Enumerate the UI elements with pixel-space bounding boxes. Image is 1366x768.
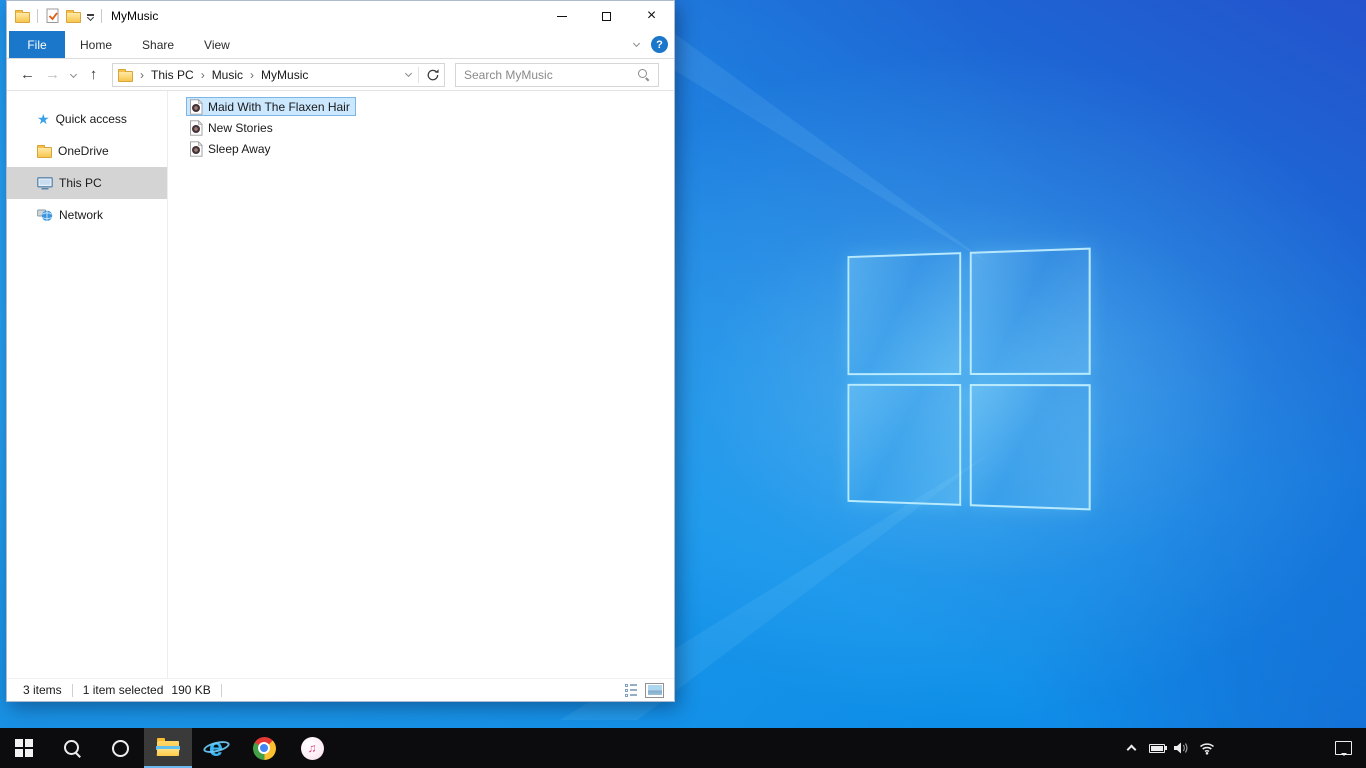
file-explorer-taskbar-button[interactable] [144,728,192,768]
titlebar-separator [101,9,102,23]
window-folder-icon [15,10,30,23]
breadcrumb-separator: › [140,67,144,82]
music-file-icon [190,140,203,157]
internet-explorer-button[interactable]: e [192,728,240,768]
battery-status[interactable] [1144,743,1169,753]
close-icon: × [646,7,657,24]
windows-logo-wallpaper [847,247,1091,511]
window-title: MyMusic [111,9,159,23]
address-bar: ← → ↑ › This PC › Music › MyMusic [7,59,674,91]
sidebar-item-this-pc[interactable]: This PC [7,167,167,199]
battery-icon [1148,743,1167,753]
show-hidden-icons-button[interactable] [1119,743,1144,755]
search-icon [62,738,82,758]
chrome-icon [252,736,276,760]
sidebar-item-network[interactable]: Network [7,199,167,231]
sidebar-item-onedrive[interactable]: OneDrive [7,135,167,167]
title-bar[interactable]: MyMusic × [7,1,674,31]
file-item-new-stories[interactable]: New Stories [186,118,279,137]
status-selected-size: 190 KB [171,683,211,697]
file-item-sleep-away[interactable]: Sleep Away [186,139,277,158]
status-bar: 3 items 1 item selected 190 KB [7,678,674,701]
search-box[interactable] [455,62,659,87]
minimize-button[interactable] [539,1,584,31]
sidebar-item-quick-access[interactable]: ★ Quick access [7,103,167,135]
start-button[interactable] [0,728,48,768]
taskbar-search-button[interactable] [48,728,96,768]
breadcrumb-mymusic[interactable]: MyMusic [261,68,308,82]
file-item-maid-with-the-flaxen-hair[interactable]: Maid With The Flaxen Hair [186,97,356,116]
file-explorer-icon [156,738,180,757]
taskbar: e ♫ [0,728,1366,768]
minimize-icon [556,15,567,17]
monitor-icon [37,176,53,189]
search-icon[interactable] [637,68,650,81]
maximize-button[interactable] [584,1,629,31]
windows-logo-pane [847,252,961,375]
customize-quick-access-toolbar-icon[interactable] [86,13,95,21]
chevron-up-icon [1126,744,1137,755]
music-file-icon [190,98,203,115]
cortana-button[interactable] [96,728,144,768]
file-explorer-window: MyMusic × File Home Share View ? ← → ↑ ›… [6,0,675,702]
tab-share[interactable]: Share [127,31,189,58]
address-dropdown-icon[interactable] [404,69,413,78]
address-box[interactable]: › This PC › Music › MyMusic [112,62,445,87]
explorer-main: ★ Quick access OneDrive This PC Network … [7,91,674,678]
help-icon[interactable]: ? [651,36,668,53]
system-tray [1119,728,1366,768]
address-folder-icon [118,68,133,82]
back-button[interactable]: ← [15,66,40,83]
network-icon [37,209,53,221]
itunes-icon: ♫ [300,736,324,760]
details-view-button[interactable] [625,683,637,697]
breadcrumb-separator: › [200,67,205,82]
titlebar-separator [37,9,38,23]
maximize-icon [602,11,611,21]
breadcrumb-separator: › [250,67,255,82]
volume-icon [1174,742,1188,754]
music-file-icon [190,119,203,136]
close-button[interactable]: × [629,1,674,31]
windows-logo-pane [969,383,1091,511]
properties-button[interactable] [45,8,60,24]
volume-status[interactable] [1169,741,1194,755]
breadcrumb-this-pc[interactable]: This PC [151,68,194,82]
chrome-button[interactable] [240,728,288,768]
windows-logo-pane [847,383,961,506]
refresh-icon[interactable] [426,68,440,82]
forward-button: → [45,66,60,83]
action-center-icon[interactable] [1335,741,1352,756]
new-folder-button[interactable] [66,10,81,23]
search-input[interactable] [464,67,637,82]
internet-explorer-icon: e [202,735,231,761]
thumbnail-view-button[interactable] [645,682,664,698]
desktop: MyMusic × File Home Share View ? ← → ↑ ›… [0,0,1366,768]
quick-access-star-icon: ★ [37,111,50,127]
cortana-icon [111,739,129,757]
breadcrumb-music[interactable]: Music [212,68,243,82]
expand-ribbon-icon[interactable] [632,39,641,47]
properties-icon [46,8,59,23]
recent-locations-icon[interactable] [65,70,81,79]
file-list: Maid With The Flaxen Hair New Stories Sl… [168,91,674,678]
itunes-button[interactable]: ♫ [288,728,336,768]
up-button[interactable]: ↑ [81,66,106,83]
navigation-pane: ★ Quick access OneDrive This PC Network [7,91,167,678]
ribbon-tab-strip: File Home Share View ? [7,31,674,59]
tab-view[interactable]: View [189,31,245,58]
tab-home[interactable]: Home [65,31,127,58]
network-status[interactable] [1194,741,1219,755]
onedrive-folder-icon [37,145,52,158]
wifi-icon [1199,743,1214,755]
windows-logo-icon [15,739,33,757]
tab-file[interactable]: File [9,31,65,58]
windows-logo-pane [969,247,1091,375]
thumbnail-view-icon [647,685,662,695]
status-items-count: 3 items [23,683,62,697]
status-selected-count: 1 item selected [82,683,164,697]
